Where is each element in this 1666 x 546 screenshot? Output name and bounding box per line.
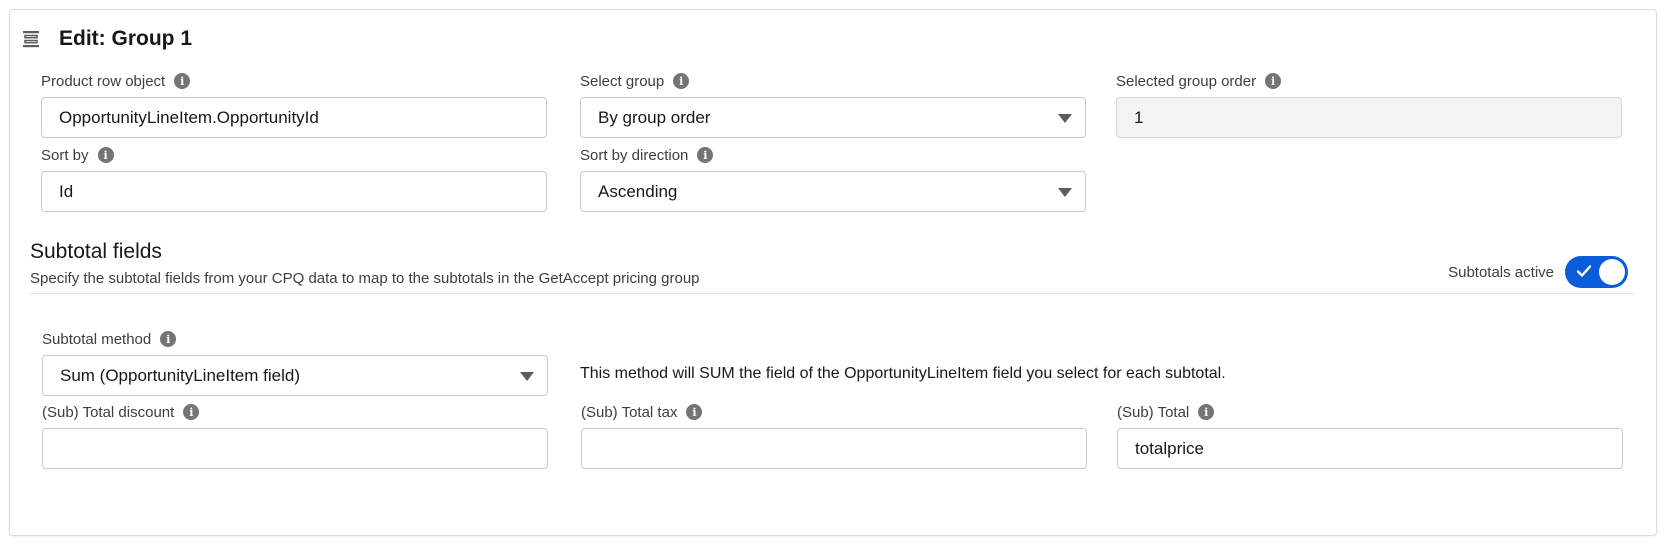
- select-group-value: By group order: [598, 107, 711, 127]
- sort-by-value: Id: [59, 181, 74, 201]
- sort-direction-dropdown[interactable]: Ascending: [580, 171, 1086, 212]
- subtotal-method-note: This method will SUM the field of the Op…: [580, 365, 1226, 382]
- select-group-field: Select group i By group order: [580, 70, 1086, 138]
- info-icon[interactable]: i: [1265, 73, 1282, 89]
- total-value: totalprice: [1135, 438, 1204, 458]
- sort-by-label: Sort by: [41, 146, 89, 164]
- total-tax-field: (Sub) Total tax i: [581, 401, 1087, 469]
- selected-group-order-label: Selected group order: [1116, 72, 1257, 90]
- sort-direction-field: Sort by direction i Ascending: [580, 144, 1086, 212]
- info-icon[interactable]: i: [97, 147, 114, 163]
- selected-group-order-field: Selected group order i 1: [1116, 70, 1622, 138]
- subtotal-method-label: Subtotal method: [42, 330, 152, 348]
- sort-by-field: Sort by i Id: [41, 144, 547, 212]
- checkmark-icon: [1576, 265, 1592, 277]
- select-group-label: Select group: [580, 72, 665, 90]
- total-discount-field: (Sub) Total discount i: [42, 401, 548, 469]
- subtotal-section-title: Subtotal fields: [30, 240, 162, 263]
- total-tax-input[interactable]: [581, 428, 1087, 469]
- subtotal-method-field: Subtotal method i Sum (OpportunityLineIt…: [42, 328, 548, 396]
- product-row-object-value: OpportunityLineItem.OpportunityId: [59, 107, 319, 127]
- info-icon[interactable]: i: [183, 404, 200, 420]
- total-tax-label: (Sub) Total tax: [581, 403, 678, 421]
- section-divider: [30, 293, 1634, 294]
- select-group-dropdown[interactable]: By group order: [580, 97, 1086, 138]
- chevron-down-icon: [520, 372, 534, 381]
- product-row-object-field: Product row object i OpportunityLineItem…: [41, 70, 547, 138]
- subtotals-active-toggle-group: Subtotals active: [1448, 256, 1628, 288]
- info-icon[interactable]: i: [160, 331, 177, 347]
- card-header: Edit: Group 1: [20, 24, 192, 54]
- group-list-icon: [20, 28, 42, 50]
- chevron-down-icon: [1058, 114, 1072, 123]
- subtotal-method-value: Sum (OpportunityLineItem field): [60, 365, 300, 385]
- toggle-knob: [1599, 259, 1625, 285]
- product-row-object-label: Product row object: [41, 72, 166, 90]
- info-icon[interactable]: i: [673, 73, 690, 89]
- sort-direction-value: Ascending: [598, 181, 678, 201]
- total-discount-input[interactable]: [42, 428, 548, 469]
- total-discount-label: (Sub) Total discount: [42, 403, 175, 421]
- total-field: (Sub) Total i totalprice: [1117, 401, 1623, 469]
- selected-group-order-value: 1: [1134, 107, 1144, 127]
- subtotal-method-dropdown[interactable]: Sum (OpportunityLineItem field): [42, 355, 548, 396]
- info-icon[interactable]: i: [697, 147, 714, 163]
- product-row-object-input[interactable]: OpportunityLineItem.OpportunityId: [41, 97, 547, 138]
- total-input[interactable]: totalprice: [1117, 428, 1623, 469]
- subtotals-active-label: Subtotals active: [1448, 263, 1554, 281]
- chevron-down-icon: [1058, 188, 1072, 197]
- subtotal-section-description: Specify the subtotal fields from your CP…: [30, 270, 700, 287]
- page-title: Edit: Group 1: [59, 27, 192, 50]
- subtotals-active-toggle[interactable]: [1565, 256, 1628, 288]
- sort-by-input[interactable]: Id: [41, 171, 547, 212]
- sort-direction-label: Sort by direction: [580, 146, 689, 164]
- info-icon[interactable]: i: [1198, 404, 1215, 420]
- info-icon[interactable]: i: [686, 404, 703, 420]
- selected-group-order-input: 1: [1116, 97, 1622, 138]
- total-label: (Sub) Total: [1117, 403, 1190, 421]
- info-icon[interactable]: i: [174, 73, 191, 89]
